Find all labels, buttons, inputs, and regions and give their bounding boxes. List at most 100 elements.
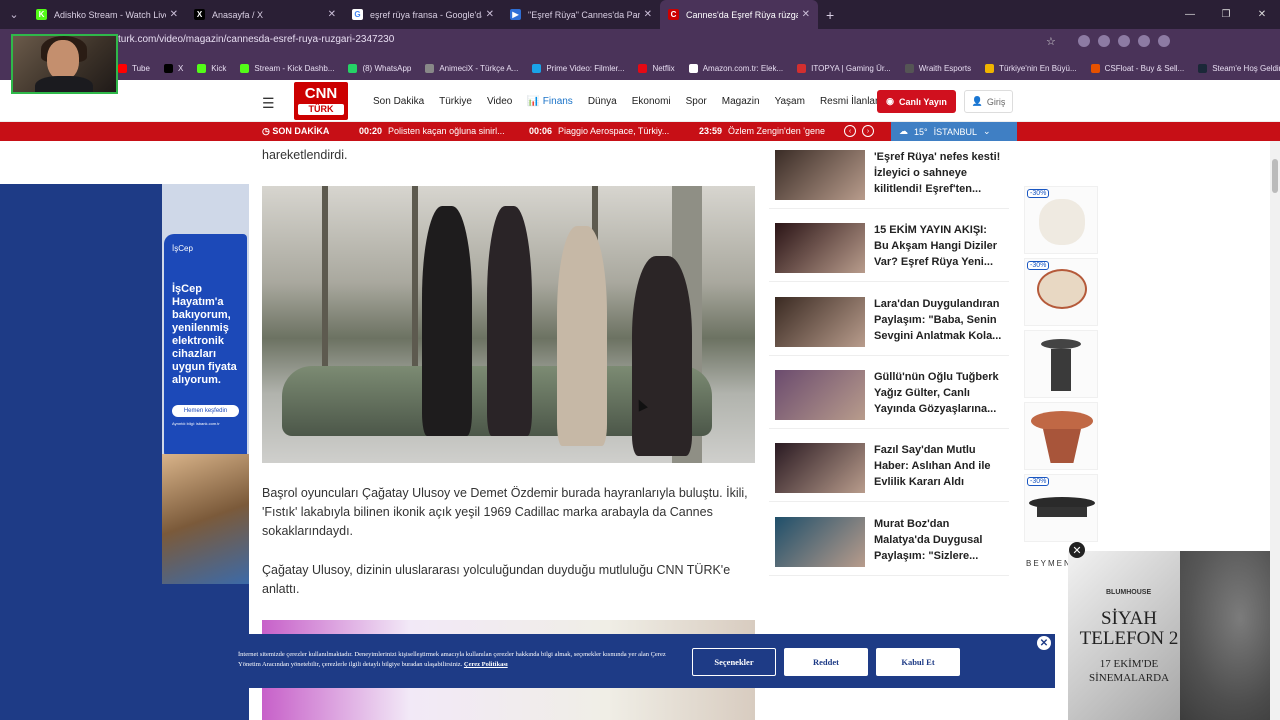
isbank-ad[interactable]: İşCep İşCep Hayatım'a bakıyorum, yenilen… — [162, 184, 249, 584]
browser-tab[interactable]: C Cannes'da Eşref Rüya rüzgarı ✕ — [660, 0, 818, 29]
browser-tab[interactable]: K Adishko Stream - Watch Live on ✕ — [28, 0, 186, 29]
extension-icon[interactable] — [1138, 35, 1150, 47]
bookmark-item[interactable]: ITOPYA | Gaming Ür... — [797, 63, 891, 73]
bookmarks-bar: Tube X Kick Stream - Kick Dashb... (8) Whats… — [0, 56, 1280, 80]
ad-close-button[interactable]: ✕ — [1069, 542, 1085, 558]
video-person — [557, 226, 607, 446]
tab-close-icon[interactable]: ✕ — [486, 9, 494, 20]
movie-date: 17 EKİM'DE SİNEMALARDA — [1088, 658, 1170, 684]
cookie-accept-button[interactable]: Kabul Et — [876, 648, 960, 676]
nav-item[interactable]: Dünya — [588, 96, 617, 107]
product-card[interactable]: -30% — [1024, 258, 1098, 326]
cookie-close-button[interactable]: ✕ — [1037, 636, 1051, 650]
bookmark-item[interactable]: X — [163, 63, 183, 73]
bookmark-item[interactable]: CSFloat - Buy & Sell... — [1090, 63, 1184, 73]
tab-close-icon[interactable]: ✕ — [644, 9, 652, 20]
bookmark-item[interactable]: Prime Video: Filmler... — [532, 63, 624, 73]
extension-icon[interactable] — [1078, 35, 1090, 47]
bookmark-favicon-icon — [638, 63, 648, 73]
nav-item[interactable]: 📊 Finans — [527, 96, 572, 107]
video-person — [487, 206, 532, 436]
sidebar-news-item[interactable]: Güllü'nün Oğlu Tuğberk Yağız Gülter, Can… — [769, 364, 1009, 429]
sidebar-news-item[interactable]: 15 EKİM YAYIN AKIŞI: Bu Akşam Hangi Dizi… — [769, 218, 1009, 283]
bookmark-favicon-icon — [425, 63, 435, 73]
chart-icon: 📊 — [527, 96, 540, 107]
extension-icon[interactable] — [1158, 35, 1170, 47]
breaking-news-item[interactable]: 00:20 Polisten kaçan oğluna sinirl... — [359, 126, 505, 136]
product-card[interactable]: -30% — [1024, 474, 1098, 542]
bookmark-item[interactable]: Netflix — [638, 63, 675, 73]
nav-item[interactable]: Resmi İlanlar — [820, 96, 878, 107]
bookmark-item[interactable]: Kick — [197, 63, 226, 73]
bookmark-item[interactable]: Amazon.com.tr: Elek... — [688, 63, 783, 73]
minimize-button[interactable]: — — [1172, 9, 1208, 20]
movie-ad[interactable]: BLUMHOUSE SİYAH TELEFON 2 17 EKİM'DE SİN… — [1068, 551, 1280, 720]
weather-widget[interactable]: ☁ 15° İSTANBUL ⌄ — [891, 122, 1017, 141]
tab-close-icon[interactable]: ✕ — [170, 9, 178, 20]
news-thumbnail — [775, 223, 865, 274]
cookie-options-button[interactable]: Seçenekler — [692, 648, 776, 676]
tab-close-icon[interactable]: ✕ — [802, 9, 810, 20]
bookmark-star-icon[interactable]: ☆ — [1046, 35, 1056, 48]
bookmark-item[interactable]: Steam'e Hoş Geldiniz — [1198, 63, 1280, 73]
beymen-ad[interactable]: -30% -30% -30% — [1022, 184, 1100, 584]
isbank-cta-button[interactable]: Hemen keşfedin — [172, 405, 239, 417]
breaking-time: 00:06 — [529, 126, 553, 136]
tab-close-icon[interactable]: ✕ — [328, 9, 336, 20]
browser-tab[interactable]: ▶ "Eşref Rüya" Cannes'da Parladı ✕ — [502, 0, 660, 29]
bookmark-item[interactable]: Türkiye'nin En Büyü... — [985, 63, 1077, 73]
bookmark-item[interactable]: Stream - Kick Dashb... — [240, 63, 334, 73]
news-title: Murat Boz'dan Malatya'da Duygusal Paylaş… — [874, 517, 983, 562]
scrollbar-thumb[interactable] — [1272, 159, 1278, 193]
bookmark-favicon-icon — [904, 63, 914, 73]
page-scrollbar[interactable] — [1270, 141, 1280, 720]
tab-search-button[interactable]: ⌄ — [0, 0, 28, 29]
browser-tab[interactable]: X Anasayfa / X ✕ — [186, 0, 344, 29]
url-field[interactable]: turk.com/video/magazin/cannesda-esref-ru… — [118, 34, 394, 45]
nav-item[interactable]: Son Dakika — [373, 96, 424, 107]
bookmark-item[interactable]: AnimeciX - Türkçe A... — [425, 63, 518, 73]
hamburger-search-icon[interactable]: ☰ — [262, 95, 275, 112]
sidebar-news-item[interactable]: Murat Boz'dan Malatya'da Duygusal Paylaş… — [769, 511, 1009, 576]
video-person — [422, 206, 472, 436]
breaking-news-item[interactable]: 23:59 Özlem Zengin'den 'gene — [699, 126, 825, 136]
login-button[interactable]: 👤 Giriş — [964, 90, 1013, 113]
bookmark-item[interactable]: Tube — [118, 63, 150, 73]
sidebar-news-item[interactable]: 'Eşref Rüya' nefes kesti! İzleyici o sah… — [769, 145, 1009, 209]
sidebar-news-item[interactable]: Fazıl Say'dan Mutlu Haber: Aslıhan And i… — [769, 438, 1009, 503]
nav-item[interactable]: Ekonomi — [632, 96, 671, 107]
nav-item[interactable]: Magazin — [722, 96, 760, 107]
maximize-button[interactable]: ❐ — [1208, 9, 1244, 20]
breaking-pager: ‹ › — [844, 125, 874, 137]
nav-item[interactable]: Yaşam — [775, 96, 805, 107]
live-broadcast-button[interactable]: ◉ Canlı Yayın — [877, 90, 956, 113]
nav-item[interactable]: Türkiye — [439, 96, 472, 107]
cookie-banner: İnternet sitemizde çerezler kullanılmakt… — [217, 634, 1055, 688]
bookmark-label: Steam'e Hoş Geldiniz — [1212, 63, 1280, 73]
bookmark-item[interactable]: (8) WhatsApp — [348, 63, 411, 73]
next-arrow-icon[interactable]: › — [862, 125, 874, 137]
cnn-turk-logo[interactable]: CNN TÜRK — [294, 82, 348, 120]
extension-icon[interactable] — [1118, 35, 1130, 47]
browser-tab[interactable]: Geşref rüya fransa - Google'da A ✕ — [344, 0, 502, 29]
product-card[interactable]: -30% — [1024, 186, 1098, 254]
new-tab-button[interactable]: + — [826, 7, 834, 23]
breaking-news-item[interactable]: 00:06 Piaggio Aerospace, Türkiy... — [529, 126, 669, 136]
cookie-reject-button[interactable]: Reddet — [784, 648, 868, 676]
article-video-player[interactable] — [262, 186, 755, 463]
cookie-policy-link[interactable]: Çerez Politikası — [464, 661, 508, 668]
breaking-news-bar: ◷ SON DAKİKA 00:20 Polisten kaçan oğluna … — [0, 122, 1280, 141]
webcam-overlay — [11, 34, 118, 94]
close-window-button[interactable]: ✕ — [1244, 9, 1280, 20]
nav-item[interactable]: Spor — [686, 96, 707, 107]
bookmark-item[interactable]: Wraith Esports — [904, 63, 971, 73]
extension-icon[interactable] — [1098, 35, 1110, 47]
nav-item[interactable]: Video — [487, 96, 512, 107]
breaking-time: 23:59 — [699, 126, 723, 136]
product-card[interactable] — [1024, 402, 1098, 470]
prev-arrow-icon[interactable]: ‹ — [844, 125, 856, 137]
bookmark-label: Netflix — [652, 63, 675, 73]
bookmark-favicon-icon — [532, 63, 542, 73]
product-card[interactable] — [1024, 330, 1098, 398]
sidebar-news-item[interactable]: Lara'dan Duygulandıran Paylaşım: "Baba, … — [769, 291, 1009, 356]
